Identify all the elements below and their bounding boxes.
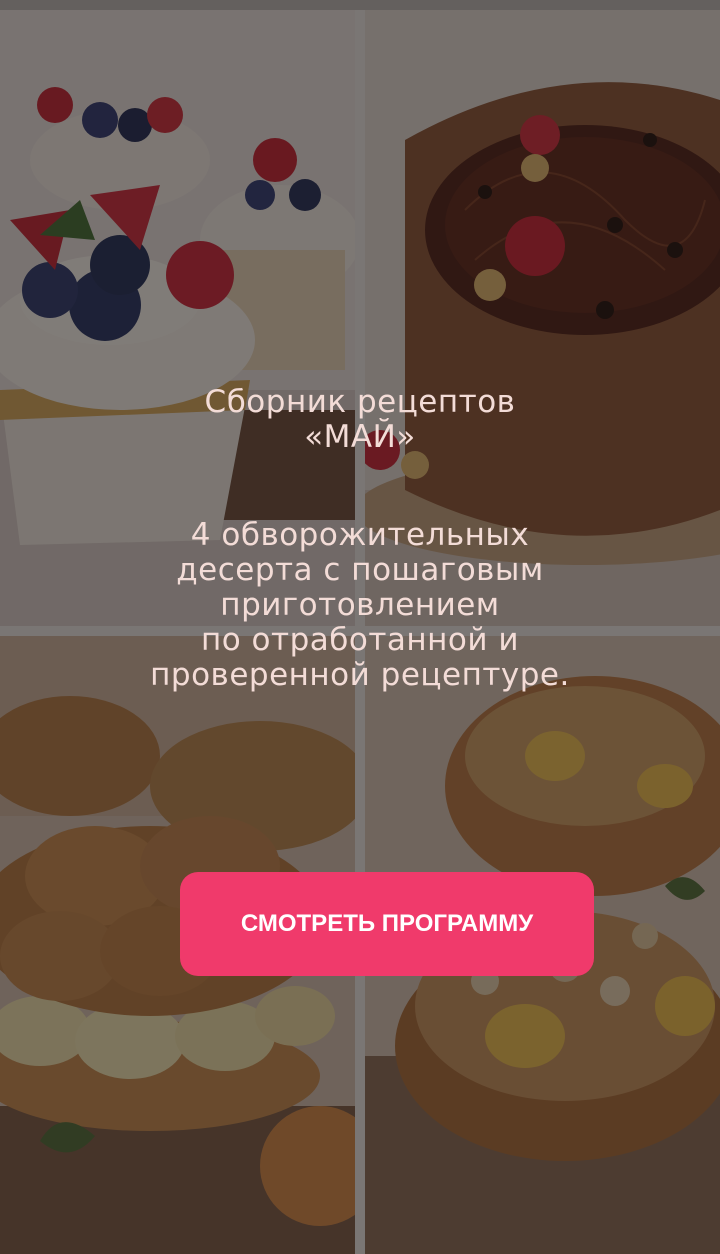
promo-title-line-1: Сборник рецептов	[204, 384, 516, 420]
promo-screen: Сборник рецептов «МАЙ» 4 обворожительных…	[0, 0, 720, 1254]
promo-description-line-5: проверенной рецептуре.	[150, 657, 570, 693]
promo-title-line-2: «МАЙ»	[304, 419, 416, 455]
promo-description-line-2: десерта с пошаговым	[176, 552, 544, 588]
promo-description-line-4: по отработанной и	[200, 622, 520, 658]
promo-text-block: Сборник рецептов «МАЙ» 4 обворожительных…	[40, 385, 680, 693]
promo-description-line-1: 4 обворожительных	[190, 517, 530, 553]
view-program-button[interactable]: СМОТРЕТЬ ПРОГРАММУ	[180, 872, 594, 976]
promo-description-line-3: приготовлением	[220, 587, 500, 623]
